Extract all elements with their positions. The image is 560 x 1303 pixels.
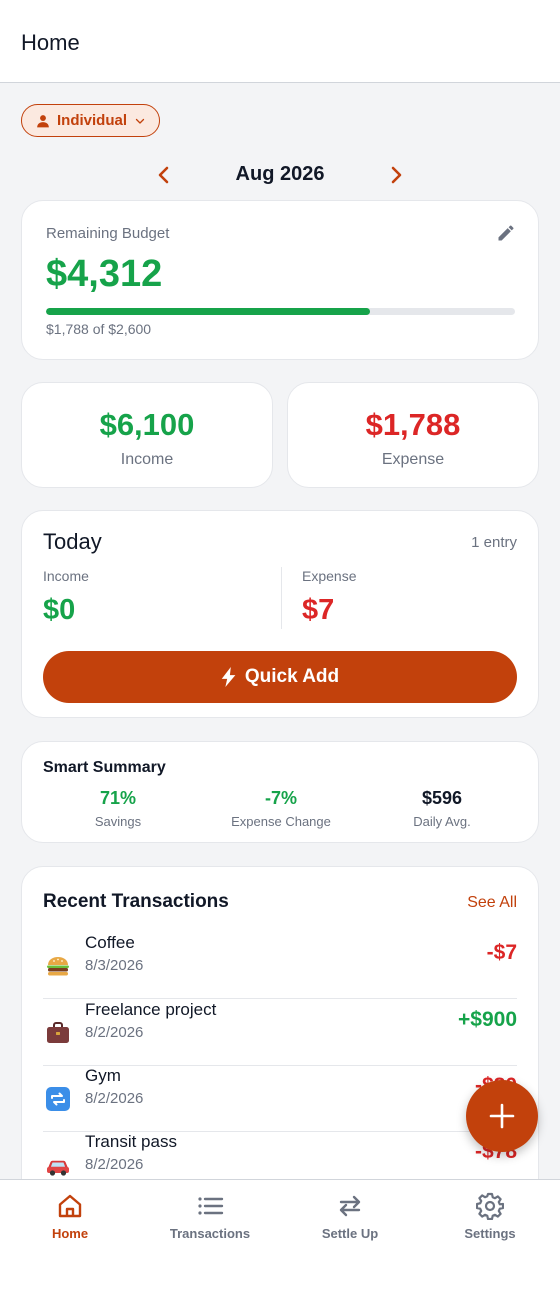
expense-total-card[interactable]: $1,788 Expense bbox=[287, 382, 539, 488]
list-icon bbox=[198, 1197, 224, 1215]
period-navigator: Aug 2026 bbox=[0, 160, 560, 190]
income-total-card[interactable]: $6,100 Income bbox=[21, 382, 273, 488]
today-card: Today 1 entry Income $0 Expense $7 Quick… bbox=[21, 510, 539, 718]
burger-icon bbox=[47, 957, 69, 976]
repeat-icon bbox=[46, 1087, 70, 1111]
gear-icon bbox=[476, 1192, 504, 1220]
app-bar: Home bbox=[0, 0, 560, 83]
expense-total-label: Expense bbox=[381, 451, 445, 468]
transaction-date: 8/2/2026 bbox=[85, 1090, 144, 1107]
expense-total-value: $1,788 bbox=[365, 407, 461, 442]
daily-average-metric: $596 Daily Avg. bbox=[356, 788, 528, 829]
savings-label: Savings bbox=[94, 814, 142, 829]
transaction-amount: -$7 bbox=[486, 941, 517, 964]
smart-summary-card: Smart Summary 71% Savings -7% Expense Ch… bbox=[21, 741, 539, 843]
home-icon bbox=[58, 1194, 82, 1218]
recent-transactions-card: Recent Transactions See All Coffee 8/3/2… bbox=[21, 866, 539, 1196]
nav-item-transactions[interactable]: Transactions bbox=[140, 1180, 280, 1260]
swap-arrows-icon bbox=[339, 1195, 361, 1217]
today-title: Today bbox=[43, 529, 102, 554]
transaction-date: 8/2/2026 bbox=[85, 1024, 144, 1041]
transaction-name: Freelance project bbox=[85, 1000, 217, 1019]
chevron-down-icon bbox=[135, 118, 145, 124]
expense-change-label: Expense Change bbox=[231, 814, 331, 829]
transaction-row[interactable]: Freelance project 8/2/2026 +$900 bbox=[43, 1000, 517, 1066]
transaction-amount: +$900 bbox=[458, 1008, 517, 1031]
nav-item-home[interactable]: Home bbox=[0, 1180, 140, 1260]
income-total-value: $6,100 bbox=[99, 407, 195, 442]
daily-average-label: Daily Avg. bbox=[413, 814, 471, 829]
nav-item-settings[interactable]: Settings bbox=[420, 1180, 560, 1260]
smart-summary-title: Smart Summary bbox=[43, 759, 166, 776]
transaction-name: Coffee bbox=[85, 933, 135, 952]
transaction-date: 8/3/2026 bbox=[85, 957, 144, 974]
transaction-row[interactable]: Coffee 8/3/2026 -$7 bbox=[43, 933, 517, 999]
quick-add-label: Quick Add bbox=[244, 666, 340, 687]
savings-value: 71% bbox=[99, 788, 137, 808]
nav-label-settings: Settings bbox=[464, 1226, 516, 1241]
remaining-budget-amount: $4,312 bbox=[46, 253, 163, 295]
transaction-name: Transit pass bbox=[85, 1132, 177, 1151]
budget-label: Remaining Budget bbox=[46, 225, 170, 242]
next-month-button[interactable] bbox=[384, 163, 408, 187]
quick-add-button[interactable]: Quick Add bbox=[43, 651, 517, 703]
today-expense-label: Expense bbox=[302, 568, 357, 584]
expense-change-metric: -7% Expense Change bbox=[195, 788, 367, 829]
add-transaction-fab[interactable] bbox=[466, 1080, 538, 1152]
today-divider bbox=[281, 567, 282, 629]
today-entry-count: 1 entry bbox=[471, 534, 517, 551]
plus-icon bbox=[489, 1103, 515, 1129]
briefcase-icon bbox=[47, 1022, 69, 1043]
transaction-name: Gym bbox=[85, 1066, 121, 1085]
transaction-date: 8/2/2026 bbox=[85, 1156, 144, 1173]
today-expense-value: $7 bbox=[302, 594, 335, 626]
car-icon bbox=[47, 1160, 69, 1176]
savings-metric: 71% Savings bbox=[32, 788, 204, 829]
budget-card: Remaining Budget $4,312 $1,788 of $2,600 bbox=[21, 200, 539, 360]
nav-item-settle-up[interactable]: Settle Up bbox=[280, 1180, 420, 1260]
page-title: Home bbox=[21, 30, 80, 55]
expense-change-value: -7% bbox=[264, 788, 297, 808]
budget-spent-summary: $1,788 of $2,600 bbox=[46, 321, 152, 337]
transaction-row[interactable]: Gym 8/2/2026 -$80 bbox=[43, 1066, 517, 1132]
lightning-icon bbox=[221, 667, 236, 687]
today-income-value: $0 bbox=[43, 594, 76, 626]
person-icon bbox=[37, 114, 49, 127]
budget-progress-fill bbox=[46, 308, 370, 315]
income-total-label: Income bbox=[120, 451, 174, 468]
nav-label-transactions: Transactions bbox=[169, 1226, 251, 1241]
bottom-navigation: Home Transactions Settle Up Settings bbox=[0, 1179, 560, 1303]
scope-selector[interactable]: Individual bbox=[21, 104, 160, 137]
nav-label-home: Home bbox=[51, 1226, 89, 1241]
recent-transactions-title: Recent Transactions bbox=[43, 891, 229, 912]
see-all-link[interactable]: See All bbox=[467, 894, 517, 912]
budget-progress-bar bbox=[46, 308, 515, 315]
edit-budget-button[interactable] bbox=[496, 223, 516, 243]
daily-average-value: $596 bbox=[421, 788, 463, 808]
scope-selector-label: Individual bbox=[57, 112, 128, 129]
nav-label-settle-up: Settle Up bbox=[321, 1226, 379, 1241]
today-income-label: Income bbox=[43, 568, 89, 584]
period-label: Aug 2026 bbox=[235, 163, 325, 185]
